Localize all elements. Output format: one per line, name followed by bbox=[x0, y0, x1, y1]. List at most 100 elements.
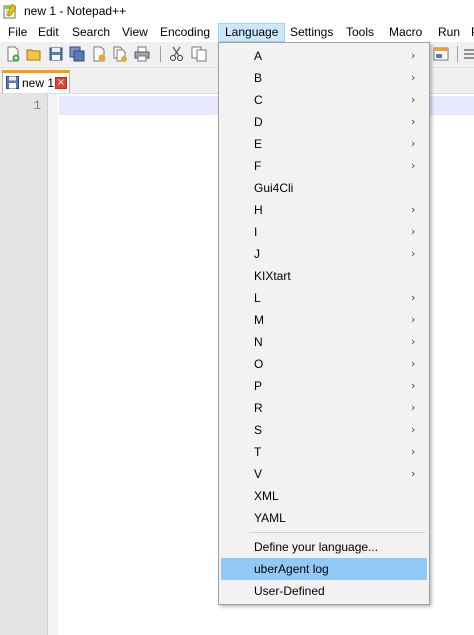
function-list-icon[interactable] bbox=[432, 45, 450, 63]
menu-item-uberagent-log[interactable]: uberAgent log bbox=[221, 558, 427, 580]
toolbar-separator bbox=[160, 46, 161, 62]
menu-item-f[interactable]: F › bbox=[221, 155, 427, 177]
submenu-arrow-icon: › bbox=[411, 291, 416, 304]
menu-item-d[interactable]: D › bbox=[221, 111, 427, 133]
menu-file[interactable]: File bbox=[2, 23, 33, 42]
fold-margin bbox=[48, 94, 58, 635]
menu-item-l[interactable]: L › bbox=[221, 287, 427, 309]
menu-item-label: D bbox=[254, 115, 263, 129]
submenu-arrow-icon: › bbox=[411, 423, 416, 436]
menu-item-label: A bbox=[254, 49, 263, 63]
menu-item-label: S bbox=[254, 423, 263, 437]
menu-item-label: B bbox=[254, 71, 263, 85]
menu-separator bbox=[249, 532, 425, 533]
menu-tools[interactable]: Tools bbox=[340, 23, 380, 42]
menu-item-label: User-Defined bbox=[254, 584, 325, 598]
menu-item-label: L bbox=[254, 291, 261, 305]
language-menu: A › B › C › D › E › F › Gui4Cli H › I › J › KIXta… bbox=[218, 42, 430, 605]
menu-item-gui4cli[interactable]: Gui4Cli bbox=[221, 177, 427, 199]
menu-item-user-defined[interactable]: User-Defined bbox=[221, 580, 427, 602]
menu-item-o[interactable]: O › bbox=[221, 353, 427, 375]
menu-item-t[interactable]: T › bbox=[221, 441, 427, 463]
submenu-arrow-icon: › bbox=[411, 137, 416, 150]
menu-item-label: YAML bbox=[254, 511, 286, 525]
menu-item-label: M bbox=[254, 313, 264, 327]
save-icon[interactable] bbox=[47, 45, 65, 63]
wrap-icon[interactable] bbox=[462, 45, 474, 63]
line-number-gutter: 1 bbox=[0, 94, 48, 635]
save-all-icon[interactable] bbox=[68, 45, 86, 63]
menu-macro[interactable]: Macro bbox=[383, 23, 428, 42]
menu-run[interactable]: Run bbox=[432, 23, 466, 42]
menu-item-m[interactable]: M › bbox=[221, 309, 427, 331]
tab-close-icon[interactable]: × bbox=[55, 77, 67, 89]
menu-item-h[interactable]: H › bbox=[221, 199, 427, 221]
menu-item-define-language[interactable]: Define your language... bbox=[221, 536, 427, 558]
menu-item-label: T bbox=[254, 445, 262, 459]
new-file-icon[interactable] bbox=[4, 45, 22, 63]
submenu-arrow-icon: › bbox=[411, 71, 416, 84]
submenu-arrow-icon: › bbox=[411, 335, 416, 348]
menu-item-v[interactable]: V › bbox=[221, 463, 427, 485]
menu-search[interactable]: Search bbox=[66, 23, 116, 42]
menu-item-c[interactable]: C › bbox=[221, 89, 427, 111]
tab-new-1[interactable]: new 1 × bbox=[2, 70, 70, 93]
submenu-arrow-icon: › bbox=[411, 93, 416, 106]
menu-item-s[interactable]: S › bbox=[221, 419, 427, 441]
submenu-arrow-icon: › bbox=[411, 401, 416, 414]
menu-item-label: KIXtart bbox=[254, 269, 291, 283]
menu-encoding[interactable]: Encoding bbox=[154, 23, 216, 42]
menu-item-label: Define your language... bbox=[254, 540, 379, 554]
menu-item-label: J bbox=[254, 247, 260, 261]
toolbar-separator bbox=[457, 46, 458, 62]
menu-item-a[interactable]: A › bbox=[221, 45, 427, 67]
menu-item-yaml[interactable]: YAML bbox=[221, 507, 427, 529]
line-number: 1 bbox=[33, 98, 41, 113]
menu-item-label: C bbox=[254, 93, 263, 107]
submenu-arrow-icon: › bbox=[411, 115, 416, 128]
menu-item-xml[interactable]: XML bbox=[221, 485, 427, 507]
menu-item-r[interactable]: R › bbox=[221, 397, 427, 419]
close-file-icon[interactable] bbox=[90, 45, 108, 63]
close-all-icon[interactable] bbox=[111, 45, 129, 63]
menu-item-n[interactable]: N › bbox=[221, 331, 427, 353]
unsaved-file-icon bbox=[6, 76, 19, 89]
title-bar: new 1 - Notepad++ bbox=[0, 0, 474, 22]
menu-item-i[interactable]: I › bbox=[221, 221, 427, 243]
copy-icon[interactable] bbox=[190, 45, 208, 63]
submenu-arrow-icon: › bbox=[411, 445, 416, 458]
menu-item-label: uberAgent log bbox=[254, 562, 329, 576]
menu-settings[interactable]: Settings bbox=[284, 23, 339, 42]
submenu-arrow-icon: › bbox=[411, 313, 416, 326]
menu-item-label: R bbox=[254, 401, 263, 415]
menu-view[interactable]: View bbox=[116, 23, 154, 42]
menu-item-label: Gui4Cli bbox=[254, 181, 294, 195]
open-file-icon[interactable] bbox=[25, 45, 43, 63]
menu-item-label: P bbox=[254, 379, 263, 393]
menu-item-e[interactable]: E › bbox=[221, 133, 427, 155]
menu-item-label: N bbox=[254, 335, 263, 349]
menu-bar: File Edit Search View Encoding Language … bbox=[0, 22, 474, 42]
cut-icon[interactable] bbox=[168, 45, 186, 63]
menu-item-label: F bbox=[254, 159, 262, 173]
print-icon[interactable] bbox=[133, 45, 151, 63]
menu-item-label: E bbox=[254, 137, 263, 151]
submenu-arrow-icon: › bbox=[411, 203, 416, 216]
menu-item-label: O bbox=[254, 357, 264, 371]
menu-item-label: V bbox=[254, 467, 263, 481]
submenu-arrow-icon: › bbox=[411, 467, 416, 480]
menu-item-kixtart[interactable]: KIXtart bbox=[221, 265, 427, 287]
menu-item-p[interactable]: P › bbox=[221, 375, 427, 397]
menu-item-b[interactable]: B › bbox=[221, 67, 427, 89]
menu-language[interactable]: Language bbox=[218, 23, 286, 42]
tab-label: new 1 bbox=[22, 76, 55, 90]
menu-plugins[interactable]: P bbox=[465, 23, 474, 42]
submenu-arrow-icon: › bbox=[411, 49, 416, 62]
menu-item-j[interactable]: J › bbox=[221, 243, 427, 265]
submenu-arrow-icon: › bbox=[411, 357, 416, 370]
submenu-arrow-icon: › bbox=[411, 225, 416, 238]
submenu-arrow-icon: › bbox=[411, 247, 416, 260]
menu-edit[interactable]: Edit bbox=[32, 23, 65, 42]
submenu-arrow-icon: › bbox=[411, 159, 416, 172]
menu-item-label: I bbox=[254, 225, 258, 239]
